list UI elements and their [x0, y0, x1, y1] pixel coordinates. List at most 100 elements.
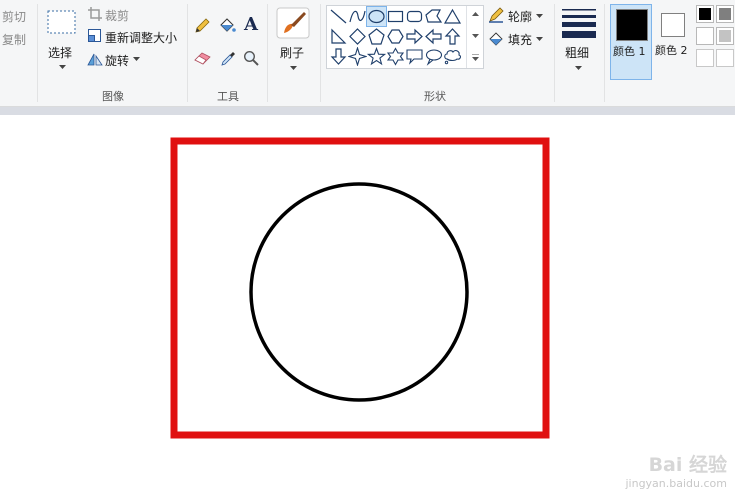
shape-arrow-up[interactable] [443, 27, 462, 46]
resize-button[interactable]: 重新调整大小 [87, 27, 182, 45]
shape-star-five[interactable] [367, 47, 386, 66]
shape-rectangle[interactable] [386, 7, 405, 26]
arrow-left-icon [425, 28, 442, 45]
pentagon-icon [368, 28, 385, 45]
watermark-url: jingyan.baidu.com [625, 477, 727, 490]
rotate-label: 旋转 [105, 54, 130, 68]
shape-callout-cloud[interactable] [443, 47, 462, 66]
separator [604, 4, 605, 102]
drawing-canvas[interactable]: Bai 经验 jingyan.baidu.com [0, 115, 735, 502]
pencil-icon[interactable] [194, 18, 210, 34]
image-group-label: 图像 [102, 90, 124, 103]
line-size-icon [562, 9, 596, 38]
separator [37, 4, 38, 102]
resize-label: 重新调整大小 [105, 31, 178, 45]
shape-rounded-rectangle[interactable] [405, 7, 424, 26]
callout-rect-icon [406, 49, 423, 65]
triangle-icon [443, 8, 462, 24]
separator [554, 4, 555, 102]
palette-swatch[interactable] [696, 49, 714, 67]
star-five-icon [367, 47, 386, 66]
hexagon-icon [387, 29, 404, 44]
right-triangle-icon [331, 28, 347, 44]
shapes-gallery [326, 5, 484, 69]
shape-star-six[interactable] [386, 47, 405, 66]
rounded-rectangle-icon [406, 10, 423, 23]
ribbon: 剪切 复制 选择 裁剪 重新调整大小 旋转 图像 A 工具 刷子 轮廓 填充 形… [0, 0, 735, 107]
curve-icon [349, 10, 366, 23]
chevron-up-icon [472, 12, 479, 16]
chevron-down-icon [536, 14, 543, 18]
palette-swatch[interactable] [716, 49, 734, 67]
brushes-label: 刷子 [280, 46, 305, 60]
palette-swatch[interactable] [696, 5, 714, 23]
shape-hexagon[interactable] [386, 27, 405, 46]
shape-arrow-right[interactable] [405, 27, 424, 46]
outline-button[interactable]: 轮廓 [488, 6, 548, 24]
canvas-drawing [170, 137, 550, 439]
shape-pentagon[interactable] [367, 27, 386, 46]
shape-star-four[interactable] [348, 47, 367, 66]
tools-group-label: 工具 [217, 90, 239, 103]
diamond-icon [349, 28, 366, 45]
size-button[interactable]: 粗细 [560, 6, 598, 76]
shape-oval[interactable] [366, 6, 387, 27]
line-icon [330, 9, 347, 24]
shape-polygon[interactable] [424, 7, 443, 26]
shape-line[interactable] [329, 7, 348, 26]
callout-cloud-icon [444, 50, 462, 65]
select-button[interactable]: 选择 [44, 8, 78, 74]
fill-icon [489, 32, 503, 46]
watermark: Bai 经验 jingyan.baidu.com [625, 450, 727, 490]
color1-label: 颜色 1 [613, 45, 646, 58]
palette-swatch[interactable] [716, 27, 734, 45]
shape-arrow-down[interactable] [329, 47, 348, 66]
shape-curve[interactable] [348, 7, 367, 26]
brushes-button[interactable]: 刷子 [272, 6, 314, 76]
rotate-icon [87, 53, 103, 66]
palette-swatch[interactable] [696, 27, 714, 45]
fill-bucket-icon[interactable] [218, 17, 236, 34]
star-four-icon [348, 47, 367, 66]
watermark-brand: Bai 经验 [648, 454, 727, 476]
shape-triangle[interactable] [443, 7, 462, 26]
canvas-border [0, 107, 735, 115]
shape-callout-oval[interactable] [424, 47, 443, 66]
shape-arrow-left[interactable] [424, 27, 443, 46]
arrow-up-icon [444, 28, 461, 45]
color2-label: 颜色 2 [655, 44, 688, 57]
arrow-down-icon [330, 48, 347, 65]
chevron-down-icon [472, 34, 479, 38]
rotate-button[interactable]: 旋转 [87, 50, 147, 68]
rectangle-icon [387, 10, 404, 23]
gallery-scroll[interactable] [466, 6, 483, 68]
chevron-down-icon [290, 66, 297, 70]
shapes-group-label: 形状 [424, 90, 446, 103]
shape-diamond[interactable] [348, 27, 367, 46]
select-label: 选择 [48, 46, 73, 60]
cut-button[interactable]: 剪切 [2, 8, 26, 25]
color2-button[interactable]: 颜色 2 [653, 4, 693, 80]
polygon-icon [425, 9, 443, 23]
callout-oval-icon [425, 49, 443, 66]
chevron-down-icon [575, 66, 582, 70]
color1-button[interactable]: 颜色 1 [610, 4, 652, 80]
separator [320, 4, 321, 102]
palette-swatch[interactable] [716, 5, 734, 23]
drawn-circle [249, 182, 469, 402]
color-picker-icon[interactable] [220, 50, 236, 66]
star-six-icon [386, 47, 405, 66]
magnifier-icon[interactable] [243, 50, 259, 66]
copy-button[interactable]: 复制 [2, 31, 26, 48]
eraser-icon[interactable] [194, 51, 212, 65]
color1-swatch [616, 9, 648, 41]
fill-label: 填充 [508, 33, 533, 47]
fill-button[interactable]: 填充 [488, 29, 548, 47]
crop-button[interactable]: 裁剪 [87, 5, 177, 23]
color2-swatch [661, 13, 685, 37]
chevron-down-icon [59, 65, 66, 69]
shape-right-triangle[interactable] [329, 27, 348, 46]
shape-callout-rect[interactable] [405, 47, 424, 66]
separator [187, 4, 188, 102]
text-tool-icon[interactable]: A [244, 14, 258, 35]
